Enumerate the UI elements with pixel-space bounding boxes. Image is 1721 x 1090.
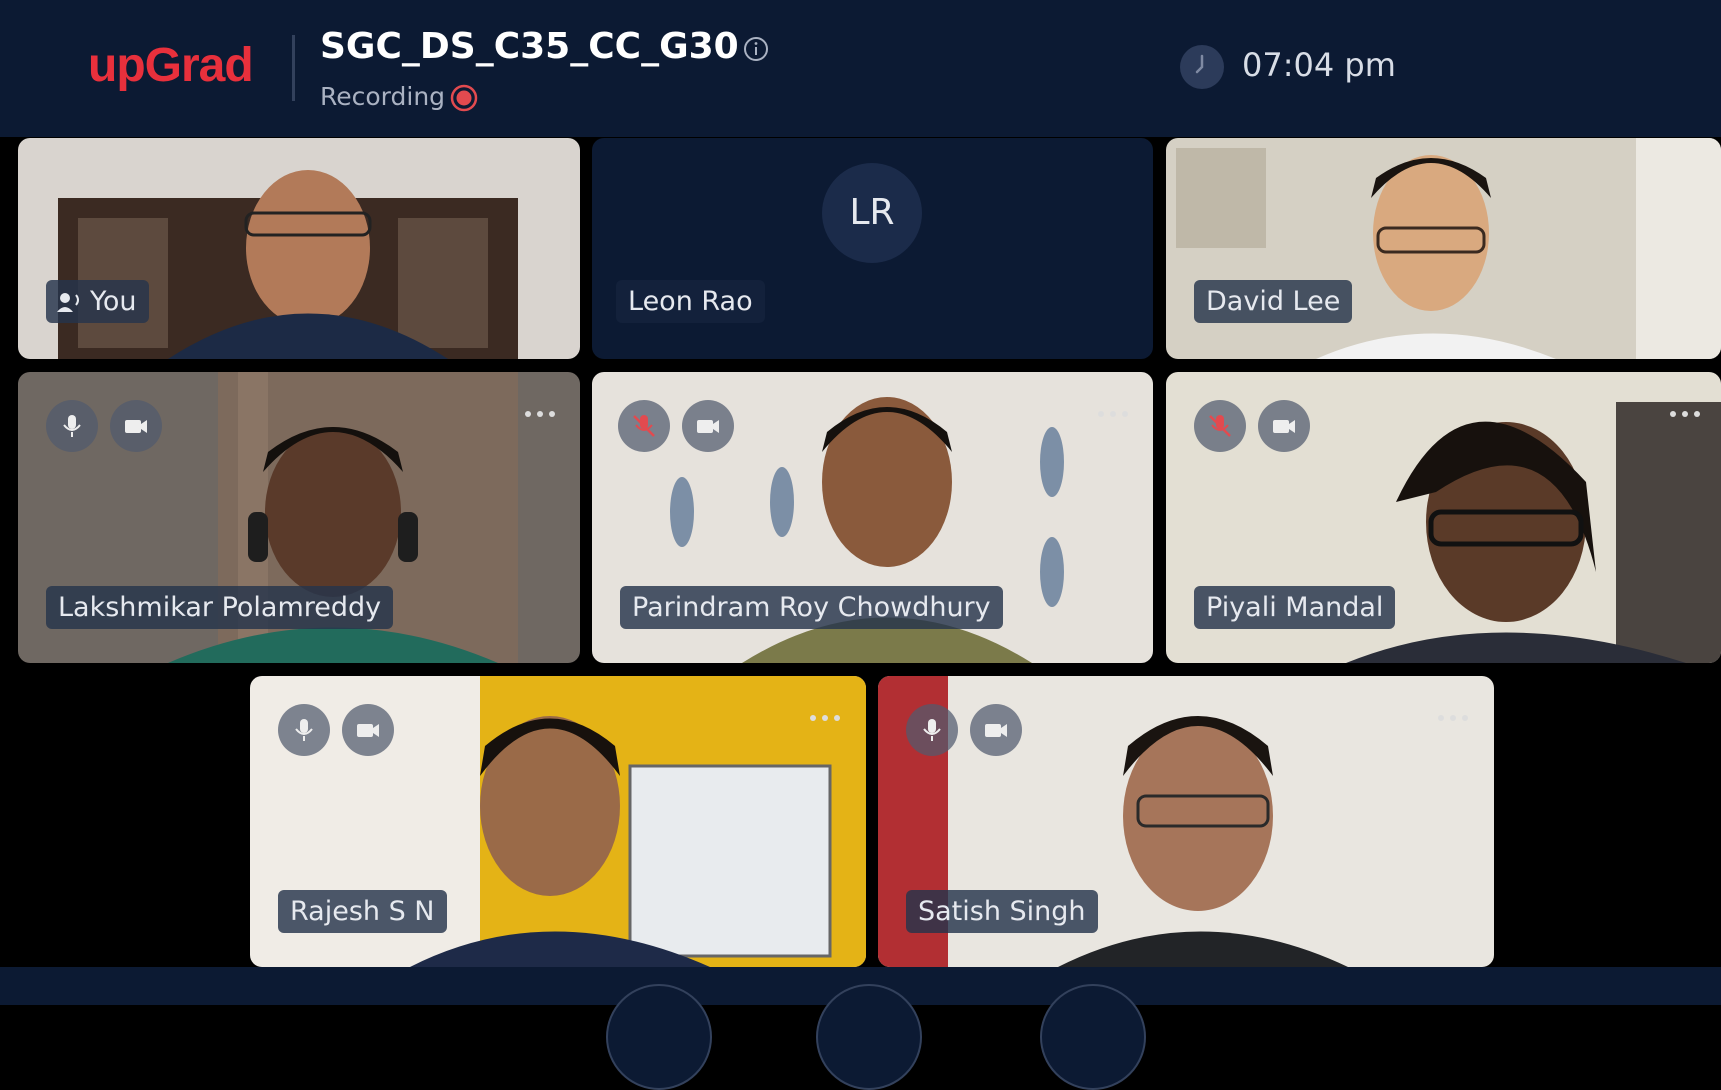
participant-name-label: Parindram Roy Chowdhury — [620, 586, 1003, 629]
more-options-icon[interactable] — [1096, 408, 1130, 420]
video-feed — [1166, 138, 1721, 359]
control-button[interactable] — [606, 984, 712, 1090]
participant-name-label: Leon Rao — [616, 280, 765, 323]
participant-name: David Lee — [1206, 286, 1341, 317]
participant-name: You — [90, 286, 137, 317]
upgrad-logo: upGrad — [88, 39, 254, 92]
more-options-icon[interactable] — [808, 712, 842, 724]
participant-name: Satish Singh — [918, 896, 1086, 927]
meeting-clock: 07:04 pm — [1242, 46, 1396, 84]
participant-tile-satish[interactable]: Satish Singh — [878, 676, 1494, 967]
participant-tile-rajesh[interactable]: Rajesh S N — [250, 676, 866, 967]
info-icon[interactable] — [743, 36, 769, 62]
control-button[interactable] — [1040, 984, 1146, 1090]
participant-name: Rajesh S N — [290, 896, 435, 927]
mic-icon[interactable] — [906, 704, 958, 756]
recording-label: Recording — [320, 82, 446, 111]
participant-name-label: Satish Singh — [906, 890, 1098, 933]
more-options-icon[interactable] — [1436, 712, 1470, 724]
record-icon — [450, 84, 478, 112]
participant-name: Leon Rao — [628, 286, 753, 317]
camera-icon[interactable] — [682, 400, 734, 452]
participant-tile-you[interactable]: You — [18, 138, 580, 359]
participant-name-label: Lakshmikar Polamreddy — [46, 586, 394, 629]
meeting-controls-bar — [0, 967, 1721, 1090]
mic-muted-icon[interactable] — [618, 400, 670, 452]
meeting-header: upGrad SGC_DS_C35_CC_G30 Recording 07:04… — [0, 0, 1721, 137]
participant-name: Lakshmikar Polamreddy — [58, 592, 382, 623]
participant-tile-leon-rao[interactable]: LR Leon Rao — [592, 138, 1153, 359]
participant-name-label: Piyali Mandal — [1194, 586, 1396, 629]
participant-tile-parindram[interactable]: Parindram Roy Chowdhury — [592, 372, 1153, 663]
participant-name-label: David Lee — [1194, 280, 1353, 323]
participant-tile-lakshmikar[interactable]: Lakshmikar Polamreddy — [18, 372, 580, 663]
participant-tile-david-lee[interactable]: David Lee — [1166, 138, 1721, 359]
clock-icon — [1180, 45, 1224, 89]
camera-icon[interactable] — [1258, 400, 1310, 452]
more-options-icon[interactable] — [1668, 408, 1702, 420]
more-options-icon[interactable] — [523, 408, 557, 420]
camera-icon[interactable] — [970, 704, 1022, 756]
mic-icon[interactable] — [278, 704, 330, 756]
participant-name: Piyali Mandal — [1206, 592, 1384, 623]
control-button[interactable] — [816, 984, 922, 1090]
participant-tile-piyali[interactable]: Piyali Mandal — [1166, 372, 1721, 663]
participant-name: Parindram Roy Chowdhury — [632, 592, 991, 623]
video-feed — [18, 138, 580, 359]
avatar: LR — [822, 163, 922, 263]
header-divider — [292, 35, 295, 101]
speaker-icon — [57, 293, 79, 312]
camera-icon[interactable] — [342, 704, 394, 756]
participant-name-label: You — [46, 280, 149, 323]
mic-icon[interactable] — [46, 400, 98, 452]
participant-name-label: Rajesh S N — [278, 890, 447, 933]
mic-muted-icon[interactable] — [1194, 400, 1246, 452]
meeting-title: SGC_DS_C35_CC_G30 — [320, 26, 739, 67]
camera-icon[interactable] — [110, 400, 162, 452]
